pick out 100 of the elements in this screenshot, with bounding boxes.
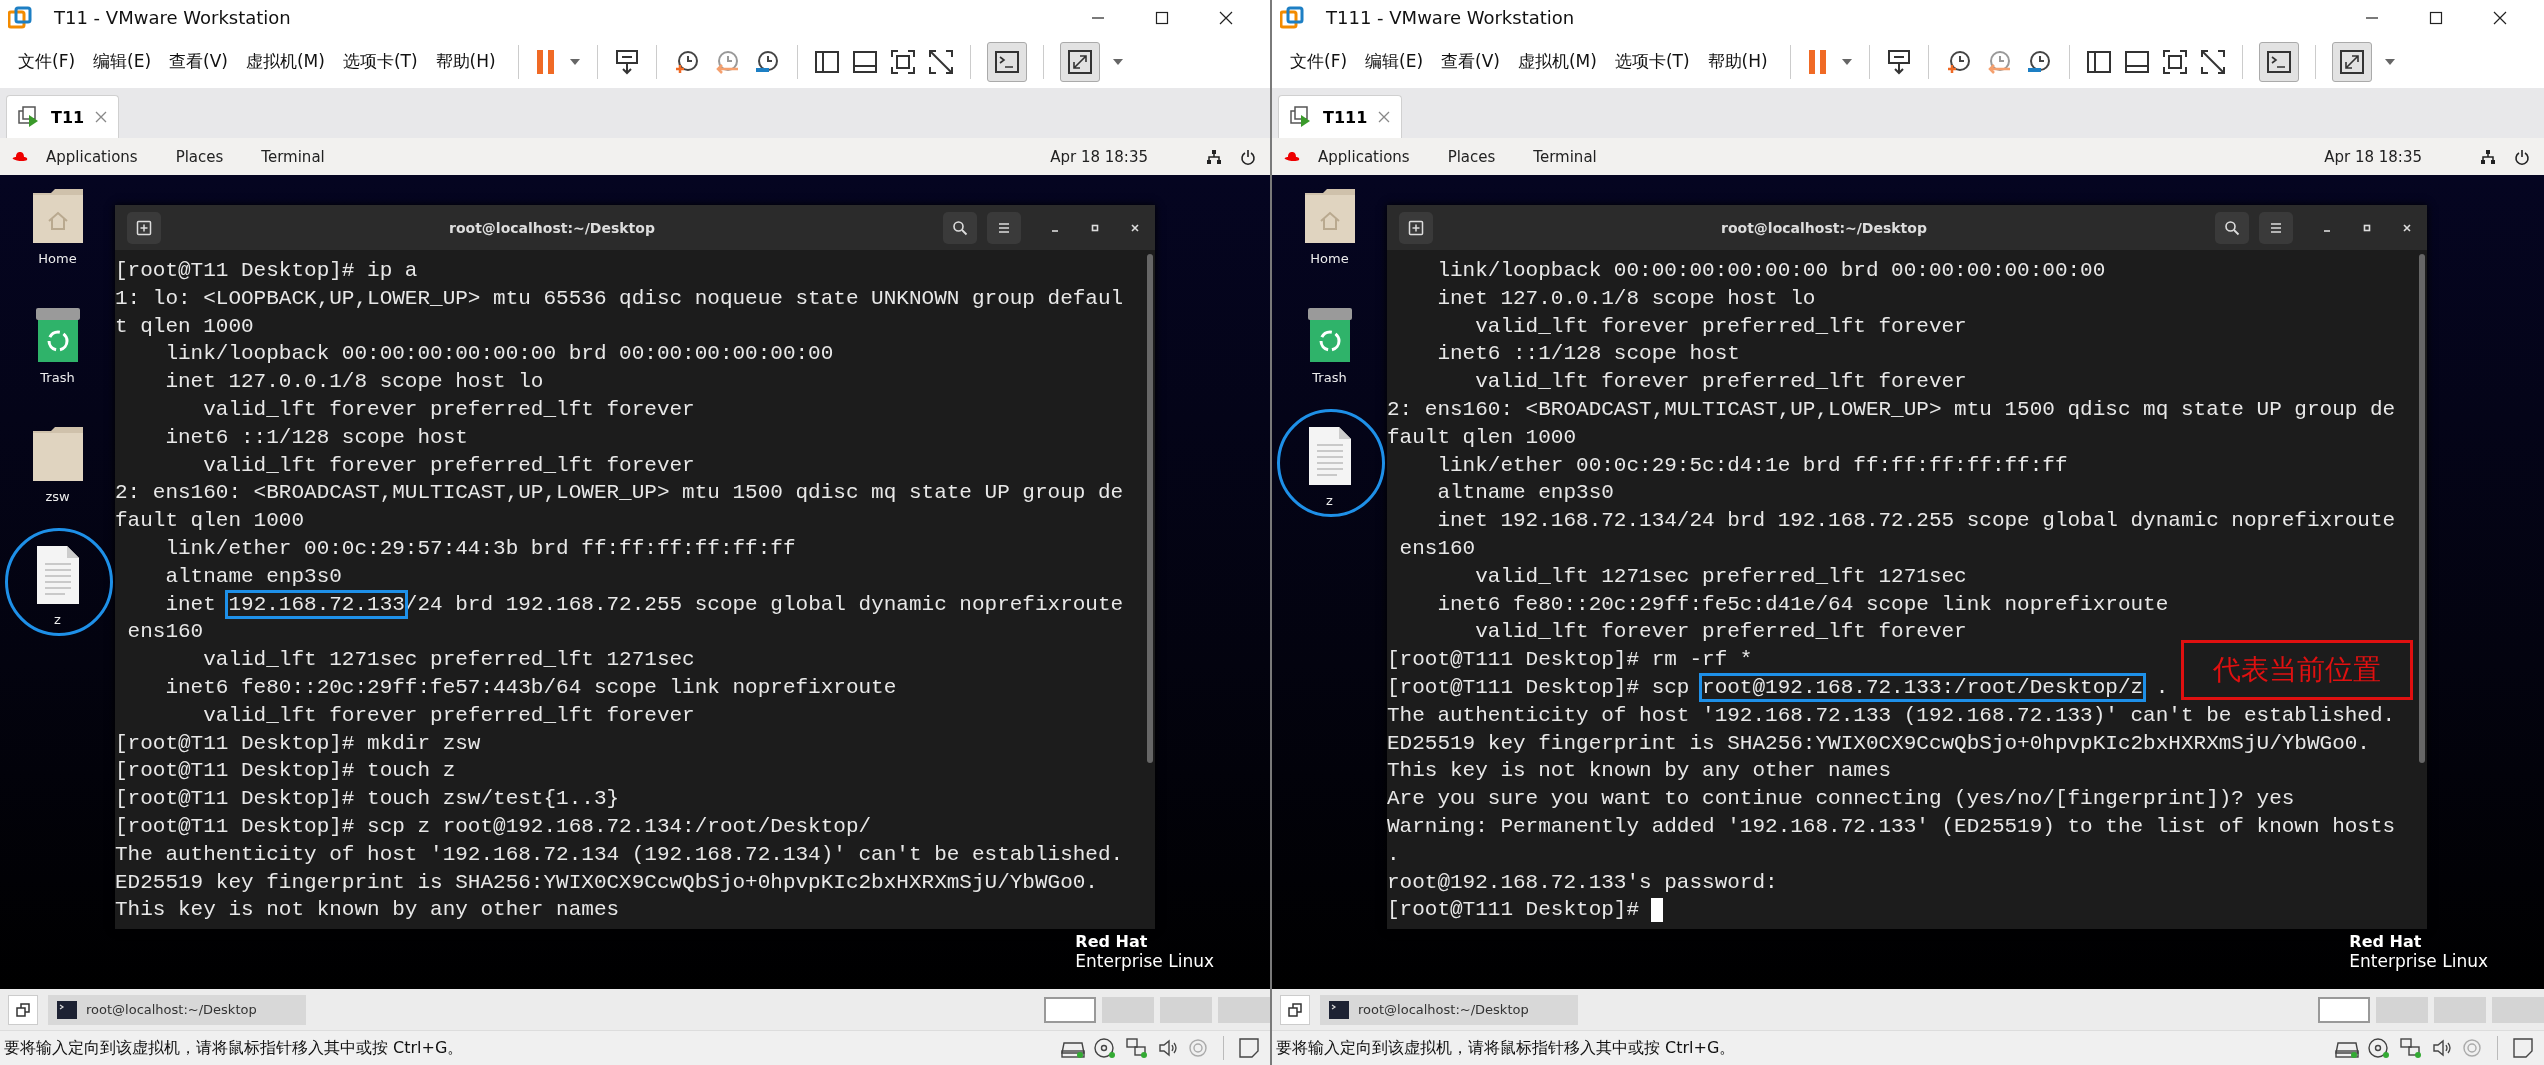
text-file-icon[interactable] [34, 544, 81, 606]
speaker-icon[interactable] [2431, 1037, 2453, 1059]
clock[interactable]: Apr 18 18:35 [2324, 147, 2422, 166]
top-bar-menu[interactable]: Terminal [261, 147, 325, 166]
power-icon[interactable] [1240, 148, 1256, 165]
caret-icon[interactable] [1111, 57, 1124, 66]
vmware-logo-icon [8, 5, 32, 30]
message-icon[interactable] [2512, 1037, 2534, 1059]
show-desktop-button[interactable] [8, 994, 38, 1025]
cd-icon[interactable] [1093, 1037, 1117, 1059]
network-adapter-icon[interactable] [2399, 1037, 2423, 1059]
workspace-thumbnail[interactable] [1102, 996, 1154, 1023]
sidebar-icon[interactable] [813, 48, 840, 75]
menu-item[interactable]: 查看(V) [169, 50, 228, 73]
scrollbar-thumb[interactable] [2419, 254, 2425, 764]
search-button[interactable] [2215, 211, 2249, 244]
workspace-thumbnail[interactable] [1160, 996, 1212, 1023]
trash-icon[interactable] [34, 306, 81, 364]
desktop-icon-label[interactable]: Trash [40, 370, 75, 385]
pause-icon[interactable] [534, 47, 557, 76]
close-icon[interactable] [1129, 221, 1141, 234]
network-adapter-icon[interactable] [1125, 1037, 1149, 1059]
bottom-panel-icon[interactable] [2123, 48, 2150, 75]
workspace-thumbnail[interactable] [1218, 996, 1270, 1023]
desktop-icon-label[interactable]: Home [38, 251, 77, 266]
send-keys-icon[interactable] [1885, 47, 1912, 76]
clock[interactable]: Apr 18 18:35 [1050, 147, 1148, 166]
fullscreen-icon[interactable] [889, 48, 916, 75]
search-button[interactable] [943, 211, 977, 244]
vm-tab[interactable]: T11 [6, 95, 120, 138]
menu-item[interactable]: 帮助(H) [435, 50, 496, 73]
close-icon[interactable] [2401, 221, 2413, 234]
stretch-icon[interactable] [1059, 41, 1100, 82]
menu-item[interactable]: 虚拟机(M) [1517, 50, 1597, 73]
sidebar-icon[interactable] [2085, 48, 2112, 75]
workspace-thumbnail[interactable] [2376, 996, 2428, 1023]
top-bar-menu[interactable]: Places [175, 147, 224, 166]
fullscreen-icon[interactable] [2161, 48, 2188, 75]
desktop-icon-label[interactable]: Trash [1312, 370, 1347, 385]
menu-item[interactable]: 选项卡(T) [1614, 50, 1690, 73]
network-icon[interactable] [2480, 148, 2496, 165]
terminal-line: The authenticity of host '192.168.72.133 (192.168.72.133)' can't be established. [1387, 702, 2396, 729]
top-bar-menu[interactable]: Terminal [1533, 147, 1597, 166]
desktop-icon-label[interactable]: zsw [45, 489, 70, 504]
menu-item[interactable]: 文件(F) [18, 50, 76, 73]
menu-item[interactable]: 文件(F) [1290, 50, 1348, 73]
maximize-icon[interactable] [1154, 9, 1170, 26]
caret-icon[interactable] [2383, 57, 2396, 66]
desktop-icon-label[interactable]: z [54, 612, 61, 627]
top-bar-menu[interactable]: Applications [46, 147, 138, 166]
workspace-thumbnail[interactable] [2318, 996, 2370, 1023]
folder-icon[interactable] [30, 425, 85, 483]
pause-icon[interactable] [1806, 47, 1829, 76]
terminal-line: inet 192.168.72.134/24 brd 192.168.72.255 scope global dynamic noprefixroute [1436, 508, 2396, 535]
bottom-panel-icon[interactable] [851, 48, 878, 75]
desktop-icon-label[interactable]: z [1326, 493, 1333, 508]
close-icon[interactable] [1218, 9, 1234, 26]
menu-item[interactable]: 选项卡(T) [342, 50, 418, 73]
top-bar-menu[interactable]: Applications [1318, 147, 1410, 166]
new-tab-button[interactable] [1399, 211, 1433, 244]
new-tab-button[interactable] [127, 211, 161, 244]
menu-item[interactable]: 虚拟机(M) [245, 50, 325, 73]
cd-icon[interactable] [2367, 1037, 2391, 1059]
power-icon[interactable] [2514, 148, 2530, 165]
workspace-thumbnail[interactable] [2434, 996, 2486, 1023]
menu-item[interactable]: 帮助(H) [1707, 50, 1768, 73]
console-icon[interactable] [2258, 41, 2299, 82]
terminal-line: This key is not known by any other names [115, 897, 620, 924]
trash-icon[interactable] [1306, 306, 1353, 364]
network-icon[interactable] [1206, 148, 1222, 165]
scrollbar-thumb[interactable] [1147, 254, 1153, 764]
menu-item[interactable]: 编辑(E) [1365, 50, 1424, 73]
workspace-thumbnail[interactable] [2492, 996, 2544, 1023]
menu-button[interactable] [987, 211, 1021, 244]
show-desktop-button[interactable] [1280, 994, 1310, 1025]
home-folder-icon[interactable] [1302, 187, 1357, 245]
caret-icon[interactable] [568, 57, 581, 66]
speaker-icon[interactable] [1157, 1037, 1179, 1059]
taskbar-window-button[interactable]: root@localhost:~/Desktop [1320, 994, 1578, 1025]
desktop-icon-label[interactable]: Home [1310, 251, 1349, 266]
close-icon[interactable] [2492, 9, 2508, 26]
terminal-line: altname enp3s0 [164, 563, 342, 590]
send-keys-icon[interactable] [613, 47, 640, 76]
taskbar-window-button[interactable]: root@localhost:~/Desktop [48, 994, 306, 1025]
vm-tab[interactable]: T111 [1278, 95, 1403, 138]
terminal-icon [56, 999, 78, 1020]
caret-icon[interactable] [1840, 57, 1853, 66]
home-folder-icon[interactable] [30, 187, 85, 245]
top-bar-menu[interactable]: Places [1447, 147, 1496, 166]
maximize-icon[interactable] [2428, 9, 2444, 26]
menu-button[interactable] [2259, 211, 2293, 244]
console-icon[interactable] [986, 41, 1027, 82]
text-file-icon[interactable] [1306, 425, 1353, 487]
terminal-line: [root@T11 Desktop]# ip a [115, 258, 418, 284]
menu-item[interactable]: 查看(V) [1441, 50, 1500, 73]
terminal-line: [root@T11 Desktop]# touch z [115, 758, 456, 785]
stretch-icon[interactable] [2331, 41, 2372, 82]
message-icon[interactable] [1238, 1037, 1260, 1059]
menu-item[interactable]: 编辑(E) [93, 50, 152, 73]
workspace-thumbnail[interactable] [1044, 996, 1096, 1023]
